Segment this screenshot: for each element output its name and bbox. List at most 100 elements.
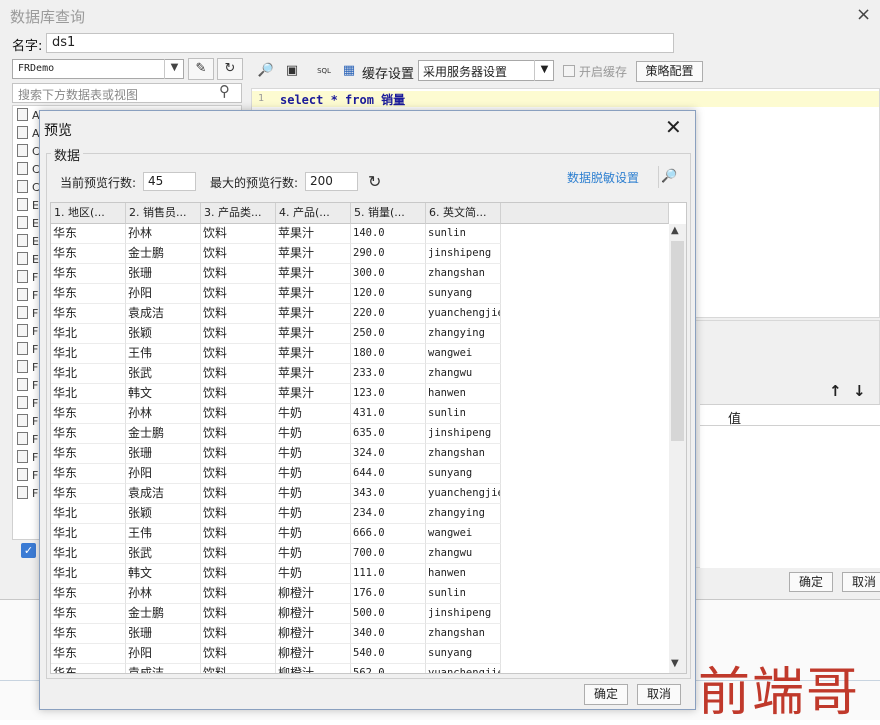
table-cell[interactable]: zhangwu	[426, 364, 501, 384]
table-cell[interactable]: zhangshan	[426, 624, 501, 644]
arrow-up-icon[interactable]: ↑	[829, 382, 842, 400]
table-cell[interactable]: 180.0	[351, 344, 426, 364]
column-header[interactable]: 3. 产品类...	[201, 203, 276, 224]
table-cell[interactable]: 华北	[51, 524, 126, 544]
checkbox-checked[interactable]: ✓	[21, 543, 36, 558]
strategy-config-button[interactable]: 策略配置	[636, 61, 703, 82]
table-cell[interactable]: 290.0	[351, 244, 426, 264]
table-cell[interactable]: 华东	[51, 444, 126, 464]
table-cell[interactable]: 苹果汁	[276, 264, 351, 284]
table-cell[interactable]: 苹果汁	[276, 324, 351, 344]
table-cell[interactable]: 金士鹏	[126, 604, 201, 624]
preview-icon[interactable]: 🔎	[658, 166, 680, 188]
table-cell[interactable]: zhangshan	[426, 444, 501, 464]
table-cell[interactable]: 牛奶	[276, 524, 351, 544]
data-masking-link[interactable]: 数据脱敏设置	[567, 169, 639, 186]
sql-icon[interactable]: SQL	[313, 60, 335, 82]
chevron-down-icon[interactable]: ▼	[534, 60, 554, 81]
table-cell[interactable]: 华东	[51, 644, 126, 664]
table-cell[interactable]: 华东	[51, 624, 126, 644]
chevron-down-icon[interactable]: ▼	[164, 59, 184, 79]
table-cell[interactable]: 牛奶	[276, 544, 351, 564]
table-cell[interactable]: 233.0	[351, 364, 426, 384]
table-cell[interactable]: 柳橙汁	[276, 624, 351, 644]
table-cell[interactable]: 饮料	[201, 224, 276, 244]
table-cell[interactable]: 饮料	[201, 604, 276, 624]
ok-button[interactable]: 确定	[584, 684, 628, 705]
table-cell[interactable]: 牛奶	[276, 464, 351, 484]
table-cell[interactable]: 343.0	[351, 484, 426, 504]
table-cell[interactable]: 华北	[51, 384, 126, 404]
name-input[interactable]: ds1	[46, 33, 674, 53]
table-cell[interactable]: 韩文	[126, 564, 201, 584]
table-cell[interactable]: zhangying	[426, 324, 501, 344]
table-cell[interactable]: 饮料	[201, 424, 276, 444]
sql-text[interactable]: select * from 销量	[280, 91, 405, 108]
table-cell[interactable]: 644.0	[351, 464, 426, 484]
table-cell[interactable]: wangwei	[426, 524, 501, 544]
table-cell[interactable]: 111.0	[351, 564, 426, 584]
table-cell[interactable]: 苹果汁	[276, 384, 351, 404]
refresh-icon[interactable]: ↻	[368, 172, 381, 191]
table-cell[interactable]: 562.0	[351, 664, 426, 673]
table-cell[interactable]: yuanchengjie	[426, 484, 501, 504]
table-cell[interactable]: zhangying	[426, 504, 501, 524]
ok-button[interactable]: 确定	[789, 572, 833, 592]
table-cell[interactable]: 孙阳	[126, 464, 201, 484]
close-icon[interactable]: ×	[856, 4, 871, 25]
table-cell[interactable]: 牛奶	[276, 444, 351, 464]
table-cell[interactable]: sunyang	[426, 464, 501, 484]
table-cell[interactable]: 饮料	[201, 564, 276, 584]
table-cell[interactable]: 饮料	[201, 264, 276, 284]
table-cell[interactable]: 饮料	[201, 484, 276, 504]
table-cell[interactable]: 饮料	[201, 504, 276, 524]
close-icon[interactable]: ✕	[665, 115, 682, 139]
table-cell[interactable]: 饮料	[201, 384, 276, 404]
table-cell[interactable]: 王伟	[126, 524, 201, 544]
table-cell[interactable]: sunlin	[426, 584, 501, 604]
table-cell[interactable]: yuanchengjie	[426, 304, 501, 324]
table-cell[interactable]: jinshipeng	[426, 244, 501, 264]
table-cell[interactable]: 饮料	[201, 344, 276, 364]
table-cell[interactable]: 苹果汁	[276, 224, 351, 244]
table-cell[interactable]: 牛奶	[276, 484, 351, 504]
table-cell[interactable]: 张武	[126, 364, 201, 384]
table-cell[interactable]: 张珊	[126, 444, 201, 464]
table-cell[interactable]: 饮料	[201, 444, 276, 464]
table-cell[interactable]: 袁成洁	[126, 664, 201, 673]
cache-icon[interactable]: ▦	[338, 60, 360, 82]
table-cell[interactable]: 金士鹏	[126, 424, 201, 444]
table-cell[interactable]: 孙林	[126, 224, 201, 244]
table-search-input[interactable]: 搜索下方数据表或视图	[12, 83, 242, 103]
table-cell[interactable]: 张武	[126, 544, 201, 564]
table-cell[interactable]: wangwei	[426, 344, 501, 364]
table-cell[interactable]: 340.0	[351, 624, 426, 644]
table-cell[interactable]: 袁成洁	[126, 304, 201, 324]
table-cell[interactable]: 饮料	[201, 624, 276, 644]
table-cell[interactable]: 华北	[51, 324, 126, 344]
table-cell[interactable]: 300.0	[351, 264, 426, 284]
table-cell[interactable]: 华北	[51, 504, 126, 524]
table-cell[interactable]: hanwen	[426, 384, 501, 404]
table-cell[interactable]: 牛奶	[276, 564, 351, 584]
table-cell[interactable]: 苹果汁	[276, 344, 351, 364]
table-cell[interactable]: sunlin	[426, 224, 501, 244]
table-cell[interactable]: 700.0	[351, 544, 426, 564]
cache-settings-label[interactable]: 缓存设置	[362, 63, 414, 82]
table-cell[interactable]: 华东	[51, 264, 126, 284]
table-cell[interactable]: 华东	[51, 464, 126, 484]
column-header[interactable]: 1. 地区(...	[51, 203, 126, 224]
cancel-button[interactable]: 取消	[637, 684, 681, 705]
table-cell[interactable]: 张珊	[126, 624, 201, 644]
table-cell[interactable]: 431.0	[351, 404, 426, 424]
table-cell[interactable]: 牛奶	[276, 504, 351, 524]
enable-cache-checkbox[interactable]	[563, 65, 575, 77]
table-cell[interactable]: 635.0	[351, 424, 426, 444]
table-cell[interactable]: 华东	[51, 224, 126, 244]
table-cell[interactable]: yuanchengjie	[426, 664, 501, 673]
table-cell[interactable]: 孙阳	[126, 644, 201, 664]
table-cell[interactable]: 540.0	[351, 644, 426, 664]
edit-connection-icon[interactable]: ✎	[188, 58, 214, 80]
table-cell[interactable]: 220.0	[351, 304, 426, 324]
table-cell[interactable]: jinshipeng	[426, 604, 501, 624]
